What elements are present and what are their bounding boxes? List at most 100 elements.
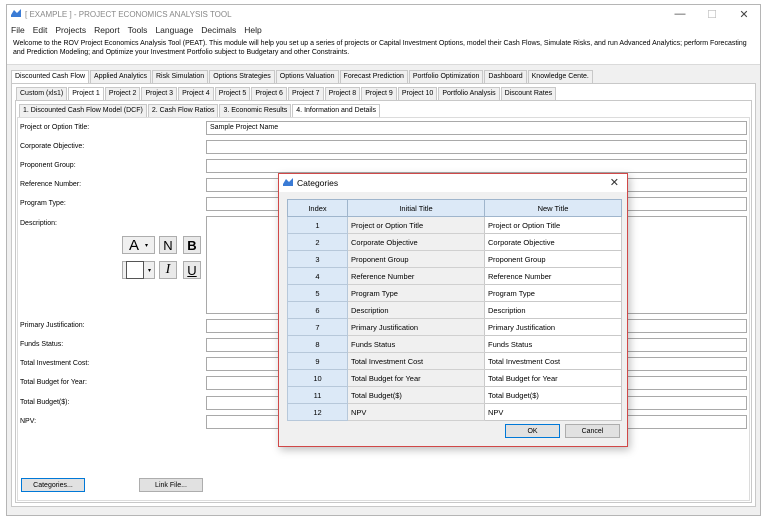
- label-proponent-group: Proponent Group:: [20, 162, 76, 169]
- tab-project-1[interactable]: Project 1: [68, 87, 104, 101]
- tab-risk-simulation[interactable]: Risk Simulation: [151, 70, 209, 83]
- label-primary-justification: Primary Justification:: [20, 322, 85, 329]
- table-row: 9 Total Investment Cost Total Investment C…: [287, 352, 622, 370]
- color-swatch-icon: [125, 261, 144, 279]
- table-row: 12 NPV NPV: [287, 403, 622, 421]
- menu-report[interactable]: Report: [94, 25, 120, 35]
- tab-options-valuation[interactable]: Options Valuation: [275, 70, 339, 83]
- new-title-cell[interactable]: Project or Option Title: [484, 216, 622, 234]
- tab-project-8[interactable]: Project 8: [324, 87, 361, 100]
- table-row: 7 Primary Justification Primary Justificat…: [287, 318, 622, 336]
- tab-information-details[interactable]: 4. Information and Details: [292, 104, 381, 118]
- label-total-investment-cost: Total Investment Cost:: [20, 360, 90, 367]
- tab-project-4[interactable]: Project 4: [178, 87, 214, 100]
- menu-tools[interactable]: Tools: [128, 25, 148, 35]
- column-header-initial-title[interactable]: Initial Title: [347, 199, 485, 217]
- new-title-cell[interactable]: NPV: [484, 403, 622, 421]
- tab-economic-results[interactable]: 3. Economic Results: [219, 104, 292, 117]
- corporate-objective-field[interactable]: [206, 140, 747, 154]
- new-title-cell[interactable]: Total Budget for Year: [484, 369, 622, 387]
- tab-portfolio-analysis[interactable]: Portfolio Analysis: [438, 87, 500, 100]
- close-window-button[interactable]: ✕: [728, 5, 760, 23]
- project-title-field[interactable]: Sample Project Name: [206, 121, 747, 135]
- menu-help[interactable]: Help: [244, 25, 261, 35]
- proponent-group-field[interactable]: [206, 159, 747, 173]
- menu-edit[interactable]: Edit: [33, 25, 48, 35]
- initial-title-cell: Proponent Group: [347, 250, 485, 268]
- table-row: 3 Proponent Group Proponent Group: [287, 250, 622, 268]
- row-index: 11: [287, 386, 348, 404]
- new-title-cell[interactable]: Funds Status: [484, 335, 622, 353]
- close-icon[interactable]: ✕: [610, 176, 619, 189]
- tab-options-strategies[interactable]: Options Strategies: [209, 70, 275, 83]
- column-header-new-title[interactable]: New Title: [484, 199, 622, 217]
- label-description: Description:: [20, 220, 57, 227]
- tab-project-10[interactable]: Project 10: [397, 87, 438, 100]
- tab-project-9[interactable]: Project 9: [361, 87, 397, 100]
- row-index: 3: [287, 250, 348, 268]
- tab-cash-flow-ratios[interactable]: 2. Cash Flow Ratios: [147, 104, 219, 117]
- label-reference-number: Reference Number:: [20, 181, 82, 188]
- column-header-index[interactable]: Index: [287, 199, 348, 217]
- fill-color-button[interactable]: ▾: [122, 261, 155, 279]
- italic-button[interactable]: I: [159, 261, 177, 279]
- initial-title-cell: Description: [347, 301, 485, 319]
- dialog-body: Index Initial Title New Title 1 Project o…: [279, 192, 627, 446]
- tab-project-7[interactable]: Project 7: [287, 87, 324, 100]
- initial-title-cell: Total Budget($): [347, 386, 485, 404]
- tab-dcf-model[interactable]: 1. Discounted Cash Flow Model (DCF): [19, 104, 147, 117]
- menu-projects[interactable]: Projects: [55, 25, 86, 35]
- project-tab-strip: Custom (xls1) Project 1 Project 2 Projec…: [16, 87, 557, 101]
- row-index: 9: [287, 352, 348, 370]
- tab-dashboard[interactable]: Dashboard: [484, 70, 527, 83]
- font-color-button[interactable]: A ▾: [122, 236, 155, 254]
- link-file-button[interactable]: Link File...: [139, 478, 203, 492]
- dialog-title-bar: Categories ✕: [279, 174, 627, 192]
- tab-discount-rates[interactable]: Discount Rates: [500, 87, 557, 100]
- underline-button[interactable]: U: [183, 261, 201, 279]
- table-row: 5 Program Type Program Type: [287, 284, 622, 302]
- new-title-cell[interactable]: Primary Justification: [484, 318, 622, 336]
- menu-file[interactable]: File: [11, 25, 25, 35]
- maximize-button[interactable]: ☐: [696, 5, 728, 23]
- tab-portfolio-optimization[interactable]: Portfolio Optimization: [408, 70, 484, 83]
- normal-text-button[interactable]: N: [159, 236, 177, 254]
- minimize-button[interactable]: —: [664, 5, 696, 23]
- categories-dialog: Categories ✕ Index Initial Title New Tit…: [278, 173, 628, 447]
- menu-language[interactable]: Language: [155, 25, 193, 35]
- tab-project-3[interactable]: Project 3: [141, 87, 178, 100]
- label-total-budget: Total Budget($):: [20, 399, 70, 406]
- ok-button[interactable]: OK: [505, 424, 560, 438]
- new-title-cell[interactable]: Total Budget($): [484, 386, 622, 404]
- table-row: 10 Total Budget for Year Total Budget for …: [287, 369, 622, 387]
- tab-discounted-cash-flow[interactable]: Discounted Cash Flow: [11, 70, 90, 84]
- font-color-glyph: A: [128, 236, 139, 254]
- new-title-cell[interactable]: Reference Number: [484, 267, 622, 285]
- initial-title-cell: Reference Number: [347, 267, 485, 285]
- new-title-cell[interactable]: Description: [484, 301, 622, 319]
- app-icon: [11, 9, 21, 19]
- welcome-text: Welcome to the ROV Project Economics Ana…: [7, 37, 760, 65]
- tab-applied-analytics[interactable]: Applied Analytics: [90, 70, 151, 83]
- initial-title-cell: Total Investment Cost: [347, 352, 485, 370]
- new-title-cell[interactable]: Proponent Group: [484, 250, 622, 268]
- categories-button[interactable]: Categories...: [21, 478, 85, 492]
- tab-custom-xls1[interactable]: Custom (xls1): [16, 87, 68, 100]
- tab-project-6[interactable]: Project 6: [251, 87, 287, 100]
- tab-project-5[interactable]: Project 5: [214, 87, 251, 100]
- menu-decimals[interactable]: Decimals: [201, 25, 236, 35]
- new-title-cell[interactable]: Total Investment Cost: [484, 352, 622, 370]
- table-row: 2 Corporate Objective Corporate Objective: [287, 233, 622, 251]
- tab-forecast-prediction[interactable]: Forecast Prediction: [339, 70, 408, 83]
- new-title-cell[interactable]: Program Type: [484, 284, 622, 302]
- title-bar: [ EXAMPLE ] - PROJECT ECONOMICS ANALYSIS…: [7, 5, 760, 23]
- cancel-button[interactable]: Cancel: [565, 424, 620, 438]
- table-row: 6 Description Description: [287, 301, 622, 319]
- table-row: 8 Funds Status Funds Status: [287, 335, 622, 353]
- new-title-cell[interactable]: Corporate Objective: [484, 233, 622, 251]
- initial-title-cell: Funds Status: [347, 335, 485, 353]
- bold-button[interactable]: B: [183, 236, 201, 254]
- tab-project-2[interactable]: Project 2: [104, 87, 141, 100]
- table-row: 11 Total Budget($) Total Budget($): [287, 386, 622, 404]
- tab-knowledge-center[interactable]: Knowledge Cente.: [527, 70, 593, 83]
